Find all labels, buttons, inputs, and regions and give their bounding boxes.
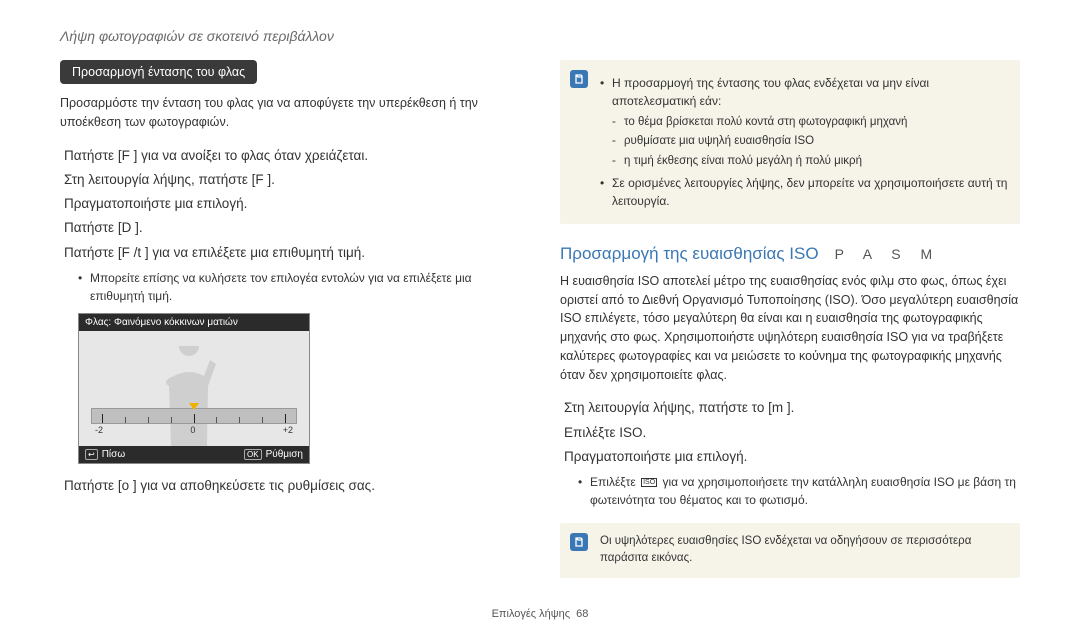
- mode-indicator: P A S M: [835, 246, 941, 262]
- section-pill: Προσαρμογή έντασης του φλας: [60, 60, 257, 84]
- slider-label-mid: 0: [190, 425, 195, 435]
- note1-sb1: το θέμα βρίσκεται πολύ κοντά στη φωτογρα…: [612, 114, 1008, 131]
- note1-b2: Σε ορισμένες λειτουργίες λήψης, δεν μπορ…: [600, 174, 1008, 210]
- iso-body: Η ευαισθησία ISO αποτελεί μέτρο της ευαι…: [560, 272, 1020, 385]
- step-6: Πατήστε [o ] για να αποθηκεύσετε τις ρυθ…: [64, 474, 520, 498]
- step-2: Στη λειτουργία λήψης, πατήστε [F ].: [64, 168, 520, 192]
- note-box-1: Η προσαρμογή της έντασης του φλας ενδέχε…: [560, 60, 1020, 224]
- note2-text: Οι υψηλότερες ευαισθησίες ISO ενδέχεται …: [600, 535, 971, 564]
- right-column: Η προσαρμογή της έντασης του φλας ενδέχε…: [560, 60, 1020, 598]
- step-4: Πατήστε [D ].: [64, 216, 520, 240]
- note1-b1: Η προσαρμογή της έντασης του φλας ενδέχε…: [600, 74, 1008, 110]
- step-5: Πατήστε [F /t ] για να επιλέξετε μια επι…: [64, 241, 520, 265]
- note-box-2: Οι υψηλότερες ευαισθησίες ISO ενδέχεται …: [560, 523, 1020, 578]
- camera-lcd-preview: Φλας: Φαινόμενο κόκκινων ματιών -2 0: [78, 313, 310, 464]
- iso-step-2: Επιλέξτε ISO.: [564, 421, 1020, 445]
- step-1: Πατήστε [F ] για να ανοίξει το φλας όταν…: [64, 144, 520, 168]
- iso-auto-icon: ISO: [641, 478, 657, 487]
- iso-step-1: Στη λειτουργία λήψης, πατήστε το [m ].: [564, 396, 1020, 420]
- back-label: Πίσω: [102, 449, 125, 460]
- iso-bullet-a: Επιλέξτε: [590, 475, 639, 489]
- note1-sb3: η τιμή έκθεσης είναι πολύ μεγάλη ή πολύ …: [612, 153, 1008, 170]
- slider-label-min: -2: [95, 425, 103, 435]
- page-footer: Επιλογές λήψης 68: [0, 608, 1080, 620]
- ok-icon: OK: [244, 449, 262, 460]
- step-5-sub: Μπορείτε επίσης να κυλήσετε τον επιλογέα…: [78, 269, 520, 305]
- iso-step-3: Πραγματοποιήστε μια επιλογή.: [564, 445, 1020, 469]
- footer-label: Επιλογές λήψης: [492, 608, 570, 620]
- iso-section-title: Προσαρμογή της ευαισθησίας ISO P A S M: [560, 244, 1020, 264]
- note-icon: [570, 70, 588, 88]
- note-icon: [570, 533, 588, 551]
- lcd-body: -2 0 +2: [79, 331, 309, 446]
- left-column: Προσαρμογή έντασης του φλας Προσαρμόστε …: [60, 60, 520, 598]
- intro-text: Προσαρμόστε την ένταση του φλας για να α…: [60, 94, 520, 132]
- iso-step-bullet: Επιλέξτε ISO για να χρησιμοποιήσετε την …: [578, 473, 1020, 509]
- step-3: Πραγματοποιήστε μια επιλογή.: [64, 192, 520, 216]
- adjust-label: Ρύθμιση: [266, 449, 303, 460]
- back-icon: ↩: [85, 449, 98, 460]
- slider-label-max: +2: [283, 425, 293, 435]
- lcd-title: Φλας: Φαινόμενο κόκκινων ματιών: [79, 314, 309, 331]
- iso-title-text: Προσαρμογή της ευαισθησίας ISO: [560, 244, 819, 264]
- note1-sb2: ρυθμίσατε μια υψηλή ευαισθησία ISO: [612, 133, 1008, 150]
- slider-pointer-icon: [189, 403, 199, 410]
- page-header: Λήψη φωτογραφιών σε σκοτεινό περιβάλλον: [60, 28, 1020, 44]
- ev-slider: -2 0 +2: [91, 408, 297, 438]
- main-columns: Προσαρμογή έντασης του φλας Προσαρμόστε …: [60, 60, 1020, 598]
- footer-page: 68: [576, 608, 588, 620]
